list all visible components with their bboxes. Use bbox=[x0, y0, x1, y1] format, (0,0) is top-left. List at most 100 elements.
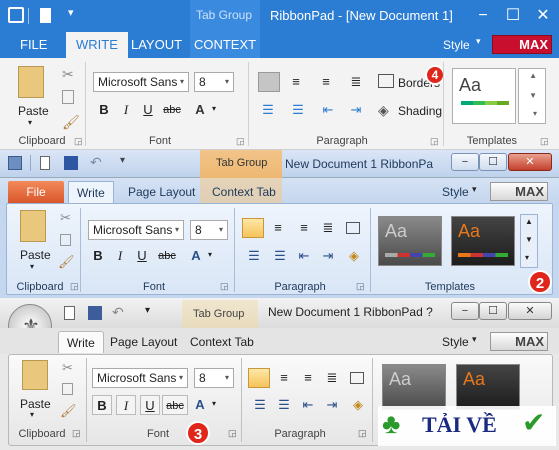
style-dropdown-icon[interactable]: ▾ bbox=[472, 334, 477, 345]
cut-icon[interactable]: ✂ bbox=[60, 210, 71, 226]
gallery-more-icon[interactable]: ▾ bbox=[525, 253, 529, 262]
italic-button[interactable]: I bbox=[116, 100, 136, 120]
close-button[interactable]: ✕ bbox=[508, 153, 552, 171]
close-button[interactable]: ✕ bbox=[508, 302, 552, 320]
justify-button[interactable]: ≣ bbox=[318, 218, 338, 238]
numbering-button[interactable]: ☰ bbox=[274, 395, 294, 415]
font-color-button[interactable]: A bbox=[186, 246, 206, 266]
bold-button[interactable]: B bbox=[94, 100, 114, 120]
gallery-more-icon[interactable]: ▾ bbox=[533, 109, 537, 118]
copy-icon[interactable] bbox=[62, 90, 74, 104]
cut-icon[interactable]: ✂ bbox=[62, 360, 73, 376]
minimize-button[interactable]: − bbox=[451, 153, 479, 171]
align-left-button[interactable] bbox=[242, 218, 264, 238]
shading-icon[interactable]: ◈ bbox=[378, 102, 389, 119]
bold-button[interactable]: B bbox=[88, 246, 108, 266]
strikethrough-button[interactable]: abc bbox=[162, 395, 188, 415]
tab-page-layout[interactable]: Page Layout bbox=[120, 181, 203, 203]
save-icon[interactable] bbox=[64, 156, 78, 170]
paste-dropdown-icon[interactable]: ▾ bbox=[28, 118, 32, 127]
template-thumbnail[interactable]: Aa bbox=[382, 364, 446, 410]
tab-write[interactable]: WRITE bbox=[66, 32, 128, 58]
qat-dropdown-icon[interactable]: ▾ bbox=[145, 305, 150, 316]
paste-button[interactable]: Paste bbox=[18, 104, 49, 118]
tab-write[interactable]: Write bbox=[58, 331, 104, 353]
paste-button[interactable]: Paste bbox=[20, 397, 51, 411]
align-left-button[interactable] bbox=[248, 368, 270, 388]
paste-icon[interactable] bbox=[20, 210, 46, 242]
align-center-button[interactable]: ≡ bbox=[274, 368, 294, 388]
dialog-launcher-icon[interactable]: ◲ bbox=[358, 428, 367, 439]
strikethrough-button[interactable]: abc bbox=[154, 246, 180, 266]
align-right-button[interactable]: ≡ bbox=[298, 368, 318, 388]
font-name-combo[interactable]: Microsoft Sans ▾ bbox=[88, 220, 184, 240]
bold-button[interactable]: B bbox=[92, 395, 112, 415]
maximize-button[interactable]: ☐ bbox=[479, 153, 507, 171]
gallery-down-icon[interactable]: ▼ bbox=[525, 235, 533, 244]
font-color-dropdown-icon[interactable]: ▾ bbox=[212, 104, 216, 113]
template-thumbnail[interactable]: Aa bbox=[456, 364, 520, 410]
justify-button[interactable]: ≣ bbox=[346, 72, 366, 92]
format-painter-icon[interactable]: 🖌 bbox=[62, 114, 80, 131]
dialog-launcher-icon[interactable]: ◲ bbox=[540, 136, 549, 147]
new-document-icon[interactable] bbox=[40, 156, 50, 170]
format-painter-icon[interactable]: 🖌 bbox=[58, 254, 75, 270]
borders-icon[interactable] bbox=[378, 74, 394, 88]
undo-icon[interactable]: ↶ bbox=[112, 304, 124, 321]
borders-icon[interactable] bbox=[346, 222, 360, 234]
tab-page-layout[interactable]: Page Layout bbox=[102, 331, 185, 353]
paste-button[interactable]: Paste bbox=[20, 248, 51, 262]
align-right-button[interactable]: ≡ bbox=[316, 72, 336, 92]
save-icon[interactable] bbox=[88, 306, 102, 320]
increase-indent-button[interactable]: ⇥ bbox=[318, 246, 338, 266]
font-size-combo[interactable]: 8 ▾ bbox=[194, 368, 234, 388]
qat-dropdown-icon[interactable]: ▾ bbox=[68, 6, 74, 19]
increase-indent-button[interactable]: ⇥ bbox=[322, 395, 342, 415]
maximize-button[interactable]: ☐ bbox=[479, 302, 507, 320]
shading-icon[interactable]: ◈ bbox=[344, 246, 364, 266]
tab-context[interactable]: Context Tab bbox=[204, 181, 284, 203]
paste-icon[interactable] bbox=[22, 360, 48, 390]
bullets-button[interactable]: ☰ bbox=[250, 395, 270, 415]
template-thumbnail[interactable]: Aa bbox=[378, 216, 442, 266]
paste-dropdown-icon[interactable]: ▾ bbox=[30, 410, 34, 419]
close-button[interactable]: ✕ bbox=[528, 0, 558, 32]
paste-icon[interactable] bbox=[18, 66, 44, 98]
paste-dropdown-icon[interactable]: ▾ bbox=[30, 262, 34, 271]
dialog-launcher-icon[interactable]: ◲ bbox=[220, 281, 229, 292]
copy-icon[interactable] bbox=[60, 234, 71, 246]
dialog-launcher-icon[interactable]: ◲ bbox=[70, 281, 79, 292]
font-size-combo[interactable]: 8 ▾ bbox=[194, 72, 234, 92]
align-center-button[interactable]: ≡ bbox=[286, 72, 306, 92]
bullets-button[interactable]: ☰ bbox=[244, 246, 264, 266]
align-center-button[interactable]: ≡ bbox=[268, 218, 288, 238]
dialog-launcher-icon[interactable]: ◲ bbox=[74, 136, 83, 147]
italic-button[interactable]: I bbox=[110, 246, 130, 266]
align-left-button[interactable] bbox=[258, 72, 280, 92]
align-right-button[interactable]: ≡ bbox=[294, 218, 314, 238]
template-thumbnail[interactable]: Aa bbox=[451, 216, 515, 266]
dialog-launcher-icon[interactable]: ◲ bbox=[430, 136, 439, 147]
font-name-combo[interactable]: Microsoft Sans ▾ bbox=[93, 72, 189, 92]
italic-button[interactable]: I bbox=[116, 395, 136, 415]
template-gallery-scroll[interactable]: ▲ ▼ ▾ bbox=[518, 68, 546, 124]
dialog-launcher-icon[interactable]: ◲ bbox=[228, 428, 237, 439]
font-color-dropdown-icon[interactable]: ▾ bbox=[208, 250, 212, 259]
gallery-down-icon[interactable]: ▼ bbox=[529, 91, 537, 100]
tab-file[interactable]: FILE bbox=[10, 32, 57, 58]
minimize-button[interactable]: − bbox=[468, 0, 498, 32]
font-name-combo[interactable]: Microsoft Sans ▾ bbox=[92, 368, 188, 388]
maximize-button[interactable]: ☐ bbox=[498, 0, 528, 32]
shading-icon[interactable]: ◈ bbox=[348, 395, 368, 415]
new-document-icon[interactable] bbox=[64, 306, 75, 320]
strikethrough-button[interactable]: abc bbox=[158, 100, 186, 120]
new-document-icon[interactable] bbox=[40, 8, 51, 23]
dialog-launcher-icon[interactable]: ◲ bbox=[356, 281, 365, 292]
style-max-button[interactable]: MAX bbox=[490, 182, 548, 201]
font-color-dropdown-icon[interactable]: ▾ bbox=[212, 399, 216, 408]
gallery-up-icon[interactable]: ▲ bbox=[529, 71, 537, 80]
bullets-button[interactable]: ☰ bbox=[258, 100, 278, 120]
dialog-launcher-icon[interactable]: ◲ bbox=[72, 428, 81, 439]
cut-icon[interactable]: ✂ bbox=[62, 66, 74, 83]
style-max-button[interactable]: MAX bbox=[492, 35, 552, 54]
